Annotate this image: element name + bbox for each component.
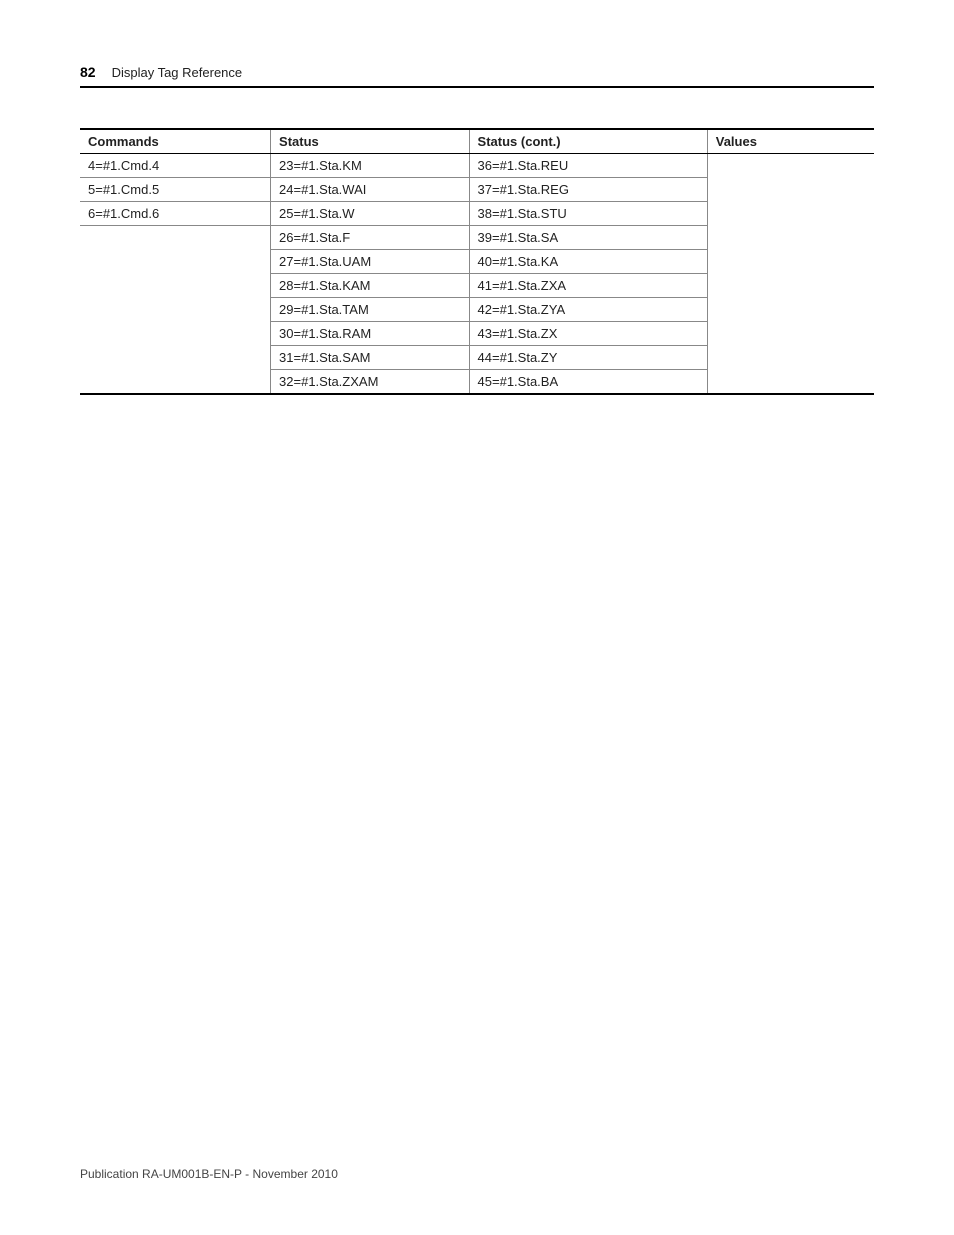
cell-commands: 4=#1.Cmd.4	[80, 154, 271, 178]
section-title: Display Tag Reference	[112, 65, 243, 80]
table-row: 28=#1.Sta.KAM 41=#1.Sta.ZXA	[80, 274, 874, 298]
cell-status-cont: 44=#1.Sta.ZY	[469, 346, 707, 370]
table-row: 5=#1.Cmd.5 24=#1.Sta.WAI 37=#1.Sta.REG	[80, 178, 874, 202]
cell-status: 26=#1.Sta.F	[271, 226, 470, 250]
col-header-status: Status	[271, 129, 470, 154]
table-row: 27=#1.Sta.UAM 40=#1.Sta.KA	[80, 250, 874, 274]
cell-status: 29=#1.Sta.TAM	[271, 298, 470, 322]
cell-status-cont: 37=#1.Sta.REG	[469, 178, 707, 202]
cell-status: 32=#1.Sta.ZXAM	[271, 370, 470, 395]
cell-status: 27=#1.Sta.UAM	[271, 250, 470, 274]
cell-commands	[80, 274, 271, 298]
cell-commands: 6=#1.Cmd.6	[80, 202, 271, 226]
cell-values	[707, 346, 874, 370]
table-row: 32=#1.Sta.ZXAM 45=#1.Sta.BA	[80, 370, 874, 395]
col-header-status-cont: Status (cont.)	[469, 129, 707, 154]
cell-status: 31=#1.Sta.SAM	[271, 346, 470, 370]
cell-values	[707, 202, 874, 226]
cell-values	[707, 250, 874, 274]
cell-values	[707, 370, 874, 395]
cell-values	[707, 226, 874, 250]
cell-status-cont: 39=#1.Sta.SA	[469, 226, 707, 250]
cell-status: 24=#1.Sta.WAI	[271, 178, 470, 202]
table-row: 30=#1.Sta.RAM 43=#1.Sta.ZX	[80, 322, 874, 346]
col-header-commands: Commands	[80, 129, 271, 154]
cell-status-cont: 45=#1.Sta.BA	[469, 370, 707, 395]
cell-values	[707, 274, 874, 298]
table-header-row: Commands Status Status (cont.) Values	[80, 129, 874, 154]
cell-status: 30=#1.Sta.RAM	[271, 322, 470, 346]
cell-status: 25=#1.Sta.W	[271, 202, 470, 226]
table-row: 4=#1.Cmd.4 23=#1.Sta.KM 36=#1.Sta.REU	[80, 154, 874, 178]
cell-values	[707, 298, 874, 322]
page-number: 82	[80, 64, 96, 80]
cell-values	[707, 154, 874, 178]
cell-status: 23=#1.Sta.KM	[271, 154, 470, 178]
publication-footer: Publication RA-UM001B-EN-P - November 20…	[80, 1167, 338, 1181]
cell-values	[707, 178, 874, 202]
cell-commands: 5=#1.Cmd.5	[80, 178, 271, 202]
cell-values	[707, 322, 874, 346]
col-header-values: Values	[707, 129, 874, 154]
cell-status: 28=#1.Sta.KAM	[271, 274, 470, 298]
table-row: 6=#1.Cmd.6 25=#1.Sta.W 38=#1.Sta.STU	[80, 202, 874, 226]
cell-status-cont: 41=#1.Sta.ZXA	[469, 274, 707, 298]
cell-status-cont: 40=#1.Sta.KA	[469, 250, 707, 274]
cell-commands	[80, 322, 271, 346]
cell-commands	[80, 250, 271, 274]
table-row: 26=#1.Sta.F 39=#1.Sta.SA	[80, 226, 874, 250]
tag-reference-table: Commands Status Status (cont.) Values 4=…	[80, 128, 874, 395]
running-head: 82 Display Tag Reference	[80, 64, 874, 88]
cell-commands	[80, 370, 271, 395]
cell-status-cont: 38=#1.Sta.STU	[469, 202, 707, 226]
cell-status-cont: 43=#1.Sta.ZX	[469, 322, 707, 346]
cell-commands	[80, 298, 271, 322]
cell-commands	[80, 346, 271, 370]
cell-status-cont: 36=#1.Sta.REU	[469, 154, 707, 178]
table-row: 29=#1.Sta.TAM 42=#1.Sta.ZYA	[80, 298, 874, 322]
cell-commands	[80, 226, 271, 250]
table-row: 31=#1.Sta.SAM 44=#1.Sta.ZY	[80, 346, 874, 370]
cell-status-cont: 42=#1.Sta.ZYA	[469, 298, 707, 322]
